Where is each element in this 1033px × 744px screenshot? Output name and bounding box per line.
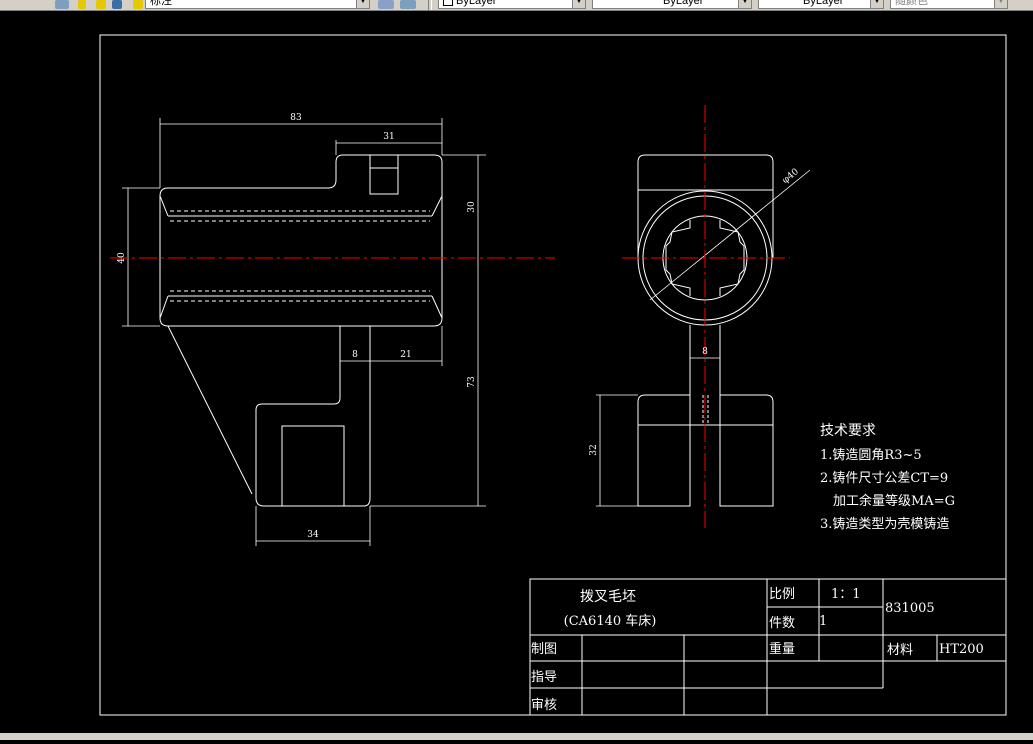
chevron-down-icon[interactable]: ▼: [738, 0, 751, 8]
dim-total-height: 73: [467, 376, 477, 388]
material-label: 材料: [887, 643, 913, 658]
drawing-canvas[interactable]: 83 31 40 30 73 8 21 34 φ40 8 32 技术要求 1.铸…: [0, 10, 1033, 740]
layer-previous-icon[interactable]: [400, 0, 416, 9]
side-view-dimensions: [596, 169, 811, 507]
toolbar-separator: [428, 0, 432, 10]
dim-bore-height: 30: [467, 201, 477, 213]
make-current-layer-icon[interactable]: [378, 0, 394, 9]
dim-diameter: φ40: [781, 167, 801, 186]
title-block-labels: 拨叉毛坯 (CA6140 车床) 比例 1：1 件数 1 831005 重量 材…: [531, 587, 984, 713]
layer-on-icon[interactable]: [78, 0, 86, 9]
scale-value: 1：1: [831, 587, 861, 602]
lineweight-dropdown[interactable]: ByLayer ▼: [758, 0, 884, 9]
color-dropdown[interactable]: ByLayer ▼: [438, 0, 586, 9]
layer-dropdown-value: 标注: [150, 0, 172, 7]
drafted-label: 制图: [531, 642, 557, 657]
drawing-number: 831005: [885, 601, 935, 616]
dim-web-width: 8: [352, 350, 358, 360]
linetype-dropdown[interactable]: ByLayer ▼: [592, 0, 752, 9]
tech-requirement-item: 2.铸件尺寸公差CT=9: [820, 470, 948, 486]
color-swatch-icon: [443, 0, 453, 7]
tech-requirement-item: 3.铸造类型为壳模铸造: [820, 516, 949, 532]
layer-dropdown[interactable]: 标注 ▼: [145, 0, 370, 9]
dim-foot-height: 32: [589, 444, 599, 455]
dim-left-height: 40: [117, 252, 127, 264]
plot-style-dropdown[interactable]: 随颜色 ▼: [890, 0, 1008, 9]
guide-label: 指导: [531, 670, 557, 685]
material-value: HT200: [939, 642, 984, 657]
weight-label: 重量: [769, 641, 795, 657]
plot-style-dropdown-value: 随颜色: [895, 0, 928, 7]
part-name: 拨叉毛坯: [580, 589, 636, 605]
lineweight-dropdown-value: ByLayer: [803, 0, 844, 7]
tech-requirements: 技术要求 1.铸造圆角R3~5 2.铸件尺寸公差CT=9 加工余量等级MA=G …: [820, 423, 955, 532]
front-view-dimensions: [122, 118, 486, 546]
command-line-strip[interactable]: [0, 733, 1033, 740]
chevron-down-icon[interactable]: ▼: [356, 0, 369, 8]
front-view: [159, 154, 443, 507]
layer-freeze-icon[interactable]: [96, 0, 106, 9]
chevron-down-icon[interactable]: ▼: [994, 0, 1007, 8]
dim-side-web: 8: [702, 347, 708, 357]
quantity-value: 1: [819, 614, 827, 629]
layer-color-icon[interactable]: [112, 0, 122, 9]
linetype-dropdown-value: ByLayer: [663, 0, 704, 7]
layer-lock-icon[interactable]: [133, 0, 143, 9]
centerlines: [110, 105, 790, 528]
dim-right-offset: 21: [400, 350, 411, 360]
tech-requirement-item: 加工余量等级MA=G: [833, 493, 955, 509]
chevron-down-icon[interactable]: ▼: [572, 0, 585, 8]
dim-top-width: 31: [383, 132, 394, 142]
dim-foot-width: 34: [307, 530, 319, 540]
scale-label: 比例: [769, 587, 795, 602]
drawing-frame: [99, 34, 1007, 716]
dim-total-length: 83: [290, 113, 302, 123]
quantity-label: 件数: [769, 616, 795, 631]
machine-name: (CA6140 车床): [564, 613, 657, 629]
tech-requirement-item: 1.铸造圆角R3~5: [820, 447, 922, 463]
review-label: 审核: [531, 698, 557, 713]
layer-states-icon[interactable]: [55, 0, 69, 9]
color-dropdown-value: ByLayer: [456, 0, 497, 7]
tech-requirements-title: 技术要求: [820, 423, 876, 439]
chevron-down-icon[interactable]: ▼: [870, 0, 883, 8]
